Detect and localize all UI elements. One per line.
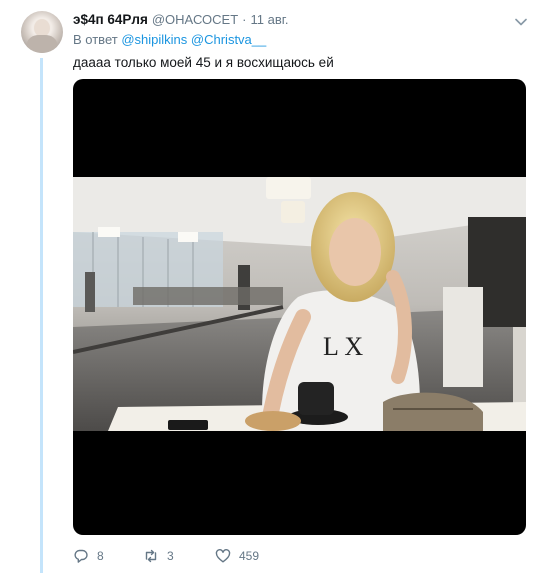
- media-container[interactable]: L X: [73, 79, 526, 535]
- like-button[interactable]: 459: [215, 548, 305, 564]
- like-count: 459: [239, 549, 260, 563]
- tweet-photo[interactable]: L X: [73, 177, 526, 431]
- user-handle[interactable]: @ОНАСОСЕТ: [152, 12, 238, 27]
- timestamp[interactable]: 11 авг.: [251, 12, 289, 27]
- tweet[interactable]: э$4п 64Рля @ОНАСОСЕТ · 11 авг. В ответ @…: [0, 0, 555, 573]
- heart-icon: [215, 548, 231, 564]
- retweet-button[interactable]: 3: [143, 548, 215, 564]
- separator-dot: ·: [242, 11, 247, 27]
- thread-line: [40, 58, 43, 573]
- tweet-actions: 8 3 459: [73, 545, 305, 567]
- retweet-count: 3: [167, 549, 174, 563]
- avatar[interactable]: [21, 11, 63, 53]
- chevron-down-icon[interactable]: [515, 14, 527, 26]
- tweet-header: э$4п 64Рля @ОНАСОСЕТ · 11 авг.: [73, 10, 289, 28]
- avatar-body: [27, 35, 57, 53]
- reply-context: В ответ @shipilkins @Christva__: [73, 32, 266, 47]
- display-name[interactable]: э$4п 64Рля: [73, 12, 148, 27]
- reply-prefix: В ответ: [73, 32, 118, 47]
- tweet-text: даааа только моей 45 и я восхищаюсь ей: [73, 55, 334, 70]
- mention-link[interactable]: @Christva__: [191, 32, 266, 47]
- svg-text:L X: L X: [323, 332, 363, 361]
- reply-icon: [73, 548, 89, 564]
- reply-button[interactable]: 8: [73, 548, 143, 564]
- mention-link[interactable]: @shipilkins: [121, 32, 187, 47]
- retweet-icon: [143, 548, 159, 564]
- reply-count: 8: [97, 549, 104, 563]
